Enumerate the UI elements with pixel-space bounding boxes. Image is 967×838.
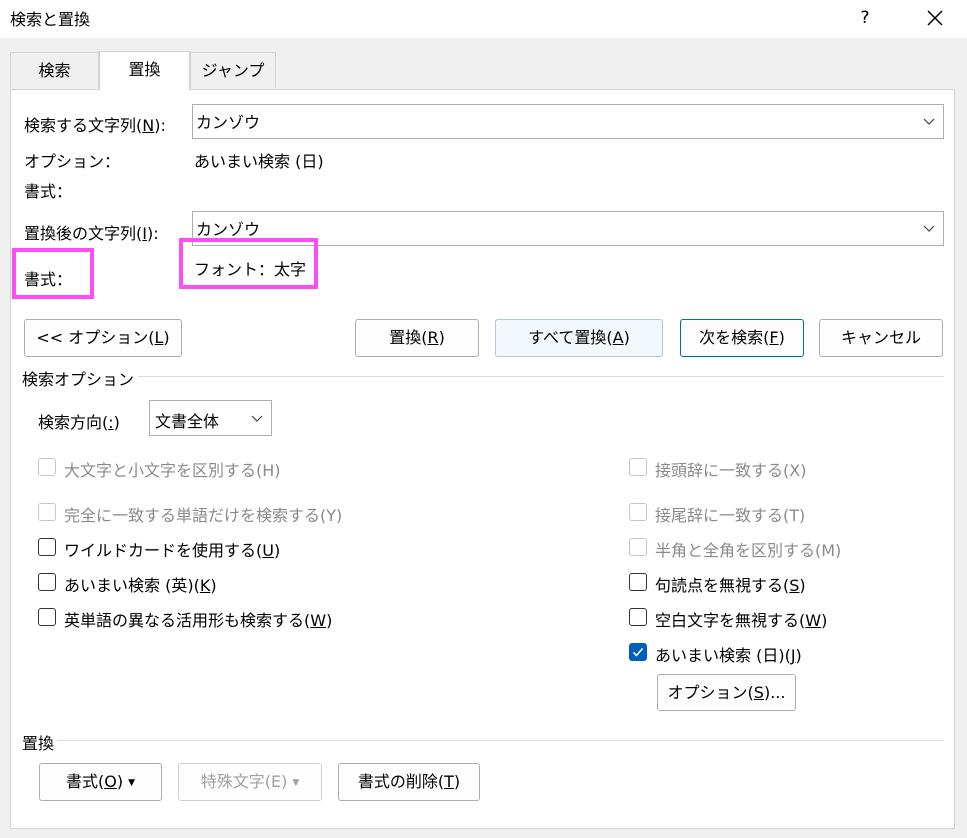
no-formatting-button[interactable]: 書式の削除(T) xyxy=(338,763,480,801)
chevron-down-icon[interactable] xyxy=(921,222,937,234)
title-bar xyxy=(0,0,967,38)
special-button[interactable]: 特殊文字(E) ▼ xyxy=(178,763,322,801)
width-checkbox[interactable] xyxy=(629,538,647,556)
dropdown-arrow-icon: ▼ xyxy=(128,777,135,788)
replace-format-label: 書式： xyxy=(24,270,73,289)
replace-all-button[interactable]: すべて置換(A) xyxy=(495,319,663,357)
direction-label: 検索方向(:) xyxy=(38,413,120,432)
close-button[interactable] xyxy=(918,2,952,34)
cancel-button[interactable]: キャンセル xyxy=(819,319,943,357)
find-what-value: カンゾウ xyxy=(196,113,261,132)
replace-button[interactable]: 置換(R) xyxy=(355,319,479,357)
find-options-label: オプション： xyxy=(24,152,121,171)
word-forms-label: 英単語の異なる活用形も検索する(W) xyxy=(64,611,333,630)
width-label: 半角と全角を区別する(M) xyxy=(655,541,842,560)
find-what-label: 検索する文字列(N): xyxy=(24,116,166,135)
match-prefix-checkbox[interactable] xyxy=(629,458,647,476)
tab-goto[interactable]: ジャンプ xyxy=(190,52,276,88)
replace-section-title: 置換 xyxy=(22,730,59,754)
find-format-label: 書式： xyxy=(24,182,73,201)
replace-format-value: フォント：太字 xyxy=(194,260,307,279)
format-button[interactable]: 書式(O) ▼ xyxy=(39,763,162,801)
match-case-label: 大文字と小文字を区別する(H) xyxy=(64,461,281,480)
sounds-like-checkbox[interactable] xyxy=(38,573,56,591)
group-divider xyxy=(24,740,944,741)
direction-select[interactable]: 文書全体 xyxy=(149,400,272,436)
chevron-down-icon[interactable] xyxy=(921,115,937,127)
fuzzy-japanese-label: あいまい検索 (日)(J) xyxy=(655,646,802,665)
sounds-like-label: あいまい検索 (英)(K) xyxy=(64,576,217,595)
search-options-title: 検索オプション xyxy=(22,366,139,390)
tab-replace[interactable]: 置換 xyxy=(99,51,190,90)
dropdown-arrow-icon: ▼ xyxy=(292,777,300,788)
wildcards-checkbox[interactable] xyxy=(38,538,56,556)
fuzzy-options-button[interactable]: オプション(S)... xyxy=(657,674,796,711)
chevron-down-icon xyxy=(251,415,263,422)
checkmark-icon xyxy=(632,647,644,657)
ignore-space-checkbox[interactable] xyxy=(629,608,647,626)
wildcards-label: ワイルドカードを使用する(U) xyxy=(64,541,281,560)
direction-value: 文書全体 xyxy=(155,412,220,431)
match-suffix-checkbox[interactable] xyxy=(629,503,647,521)
match-prefix-label: 接頭辞に一致する(X) xyxy=(655,461,807,480)
options-toggle-button[interactable]: << オプション(L) xyxy=(24,319,182,357)
replace-with-label: 置換後の文字列(I): xyxy=(24,224,159,243)
close-icon xyxy=(927,10,943,26)
ignore-punct-label: 句読点を無視する(S) xyxy=(655,576,806,595)
whole-word-label: 完全に一致する単語だけを検索する(Y) xyxy=(64,506,343,525)
replace-with-value: カンゾウ xyxy=(196,220,261,239)
match-suffix-label: 接尾辞に一致する(T) xyxy=(655,506,806,525)
ignore-space-label: 空白文字を無視する(W) xyxy=(655,611,828,630)
find-what-combo[interactable]: カンゾウ xyxy=(192,104,944,139)
find-options-value: あいまい検索 (日) xyxy=(194,152,324,171)
ignore-punct-checkbox[interactable] xyxy=(629,573,647,591)
fuzzy-japanese-checkbox[interactable] xyxy=(629,643,647,661)
tab-find[interactable]: 検索 xyxy=(10,52,99,88)
whole-word-checkbox[interactable] xyxy=(38,503,56,521)
match-case-checkbox[interactable] xyxy=(38,458,56,476)
group-divider xyxy=(24,376,944,377)
help-button[interactable]: ? xyxy=(852,4,878,32)
word-forms-checkbox[interactable] xyxy=(38,608,56,626)
window-title: 検索と置換 xyxy=(10,10,91,29)
find-next-button[interactable]: 次を検索(F) xyxy=(680,319,804,357)
